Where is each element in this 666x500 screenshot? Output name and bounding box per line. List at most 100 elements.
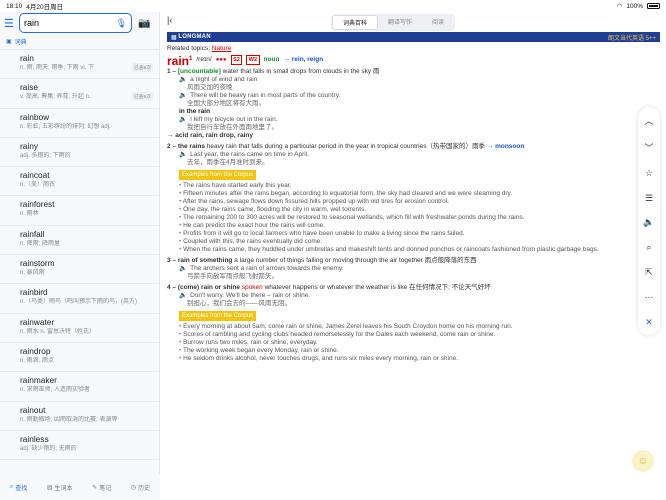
- sense-1: 1 – [uncountable] water that falls in sm…: [167, 68, 660, 140]
- list-item[interactable]: rainmaker n. 求雨巫师; 人造雨实验者: [0, 372, 159, 402]
- longman-logo-icon: ▦: [171, 34, 179, 41]
- speaker-icon[interactable]: 🔈: [179, 292, 187, 299]
- example: 🔈 There will be heavy rain in most parts …: [179, 92, 341, 107]
- nav-notes[interactable]: ✎ 笔记: [92, 483, 111, 492]
- list-item[interactable]: rainless adj. 缺少雨的; 无雨的: [0, 431, 159, 461]
- speaker-icon[interactable]: 🔈: [179, 151, 187, 158]
- chevron-up-icon[interactable]: ︿: [644, 114, 653, 127]
- example: 🔈 I left my bicycle out in the rain. 我把自行车…: [179, 116, 278, 131]
- sense-3: 3 – rain of something a large number of …: [167, 257, 660, 281]
- cross-reference-link[interactable]: → rein, reign: [283, 56, 323, 64]
- tab-translate[interactable]: 翻译写作: [378, 15, 422, 30]
- assistant-icon[interactable]: ☺: [632, 450, 654, 472]
- corpus-example: Burrow runs two miles, rain or shine, ev…: [179, 339, 660, 347]
- share-icon[interactable]: ⇱: [645, 267, 653, 278]
- word-list: rain n. 雨; 雨天; 雨季; 下雨 vi. 下已查5次 raise v. 提…: [0, 50, 159, 461]
- search-box[interactable]: 🎙: [19, 13, 132, 33]
- sense-4: 4 – (come) rain or shine spoken whatever…: [167, 284, 660, 363]
- corpus-example: When the rains came, they huddled under …: [179, 246, 660, 254]
- list-item[interactable]: rainy adj. 多雨的; 下雨的: [0, 138, 159, 168]
- speaker-icon[interactable]: 🔈: [179, 76, 187, 83]
- part-of-speech: noun: [263, 56, 280, 63]
- headword-line: rain1 /reɪn/ ●●● S2 W2 noun → rein, reig…: [167, 54, 660, 68]
- book-icon: ▣: [6, 39, 12, 45]
- example: 🔈 a night of wind and rain 风雨交加的夜晚: [179, 76, 258, 91]
- corpus-example: After the rains, sewage flows down fissu…: [179, 198, 660, 206]
- example: 🔈 The archers sent a rain of arrows towar…: [179, 265, 344, 280]
- list-item[interactable]: rainbird n.（鸟类）雨鸟（鸣叫预示下雨的鸟，(英方): [0, 284, 159, 314]
- chevron-down-icon[interactable]: ﹀: [644, 141, 653, 154]
- headword: rain1: [167, 54, 193, 68]
- corpus-example: He can predict the exact hour the rains …: [179, 222, 660, 230]
- search-input[interactable]: [24, 18, 104, 28]
- list-item[interactable]: rainwater n. 雨水 n. 雷恩沃特（姓氏）: [0, 314, 159, 343]
- example: 🔈 Don't worry. We'll be there – rain or s…: [179, 292, 311, 307]
- related-topics: Related topics: Nature: [167, 45, 232, 52]
- entry-content: Related topics: Nature rain1 /reɪn/ ●●● …: [161, 42, 666, 366]
- see-also-link[interactable]: → acid rain, rain drop, rainy: [167, 132, 660, 140]
- corpus-example: Profits from it will go to local farmers…: [179, 230, 660, 238]
- frequency-dots: ●●●: [215, 57, 227, 63]
- list-item[interactable]: raise v. 提高; 筹集; 养育; 升起 n. 已查9次: [0, 79, 159, 109]
- close-icon[interactable]: ✕: [645, 317, 653, 328]
- status-date: 4月20日周日: [26, 4, 64, 11]
- floating-toolbar: ︿ ﹀ ☆ ☰ 🔈 ⌕ ⇱ ⋯ ✕: [638, 107, 660, 335]
- collapse-sidebar-icon[interactable]: |‹: [167, 15, 172, 25]
- speaker-icon[interactable]: 🔈: [179, 265, 187, 272]
- camera-icon[interactable]: 📷: [138, 18, 150, 29]
- nav-lookup[interactable]: ⌕ 查找: [10, 483, 27, 492]
- lookup-count-badge: 已查9次: [131, 92, 153, 102]
- related-topic-link[interactable]: Nature: [212, 45, 232, 52]
- sidebar: ☰ 🎙 📷 ▣ 词典 rainn. 雨; 雨天; 雨季; 下雨 vi. 下已查5…: [0, 12, 160, 500]
- search-icon[interactable]: ⌕: [646, 242, 651, 253]
- list-item[interactable]: rain n. 雨; 雨天; 雨季; 下雨 vi. 下已查5次: [0, 50, 159, 80]
- list-item[interactable]: raincoat n.（美）雨衣: [0, 167, 159, 197]
- register-label: spoken: [241, 284, 263, 291]
- microphone-icon[interactable]: 🎙: [116, 18, 127, 29]
- list-item[interactable]: raindrop n. 雨滴; 雨点: [0, 343, 159, 373]
- speaker-icon[interactable]: 🔈: [179, 92, 187, 99]
- main-panel: |‹ 词典百科 翻译写作 阅读 ▦ LONGMAN 朗文当代英语 5++ Rel…: [161, 12, 666, 500]
- tab-reading[interactable]: 阅读: [422, 15, 454, 30]
- corpus-example: One day, the rains came, flooding the ci…: [179, 206, 660, 214]
- list-item[interactable]: rainbow n. 彩虹; 五彩缤纷的排列; 幻想 adj.: [0, 109, 159, 138]
- more-icon[interactable]: ⋯: [645, 292, 654, 303]
- list-item[interactable]: rainout n. 雨勤撤场; 因雨取消的比赛; 表演等: [0, 402, 159, 431]
- battery-percent: 100%: [626, 2, 643, 10]
- spoken-frequency-badge: S2: [230, 55, 243, 65]
- corpus-example: Scores of rambling and cycling clubs hea…: [179, 331, 660, 339]
- pronunciation: /reɪn/: [196, 56, 212, 63]
- star-icon[interactable]: ☆: [645, 168, 653, 179]
- corpus-label: Examples from the Corpus: [179, 170, 257, 180]
- corpus-label: Examples from the Corpus: [179, 311, 257, 321]
- list-item[interactable]: rainforest n. 雨林: [0, 196, 159, 226]
- corpus-example: Every morning at about 5am, come rain or…: [179, 323, 660, 331]
- sense-2: 2 – the rains heavy rain that falls duri…: [167, 143, 660, 254]
- phrase-label: in the rain: [179, 108, 211, 115]
- tab-dictionary[interactable]: 词典百科: [332, 15, 379, 30]
- list-item[interactable]: rainfall n. 降雨; 降雨量: [0, 226, 159, 256]
- menu-icon[interactable]: ☰: [4, 17, 16, 30]
- clock-icon: ◷: [130, 484, 137, 491]
- corpus-examples: The rains have started early this year. …: [167, 182, 660, 254]
- corpus-example: The rains have started early this year.: [179, 182, 660, 190]
- corpus-example: He seldom drinks alcohol, never touches …: [179, 355, 660, 363]
- wifi-icon: ◠: [616, 3, 623, 10]
- list-item[interactable]: rainstorm n. 暴风雨: [0, 255, 159, 285]
- written-frequency-badge: W2: [246, 55, 260, 65]
- corpus-example: The working week began every Monday, rai…: [179, 347, 660, 355]
- example: 🔈 Last year, the rains came on time in Ap…: [179, 151, 309, 166]
- list-icon[interactable]: ☰: [645, 193, 653, 204]
- lookup-count-badge: 已查5次: [131, 63, 153, 72]
- corpus-examples: Every morning at about 5am, come rain or…: [167, 323, 660, 363]
- status-time: 18:10: [6, 2, 23, 10]
- corpus-example: The remaining 200 to 300 acres will be r…: [179, 214, 660, 222]
- see-also-link[interactable]: → monsoon: [487, 143, 525, 150]
- dictionary-section-header: ▣ 词典: [0, 34, 159, 50]
- speaker-icon[interactable]: 🔈: [179, 116, 187, 123]
- status-bar: 18:10 4月20日周日 ◠ 100%: [0, 0, 666, 12]
- speaker-icon[interactable]: 🔈: [643, 217, 654, 228]
- mode-tabs: 词典百科 翻译写作 阅读: [331, 14, 456, 31]
- nav-vocabulary[interactable]: ▤ 生词本: [47, 483, 73, 492]
- nav-history[interactable]: ◷ 历史: [131, 483, 150, 492]
